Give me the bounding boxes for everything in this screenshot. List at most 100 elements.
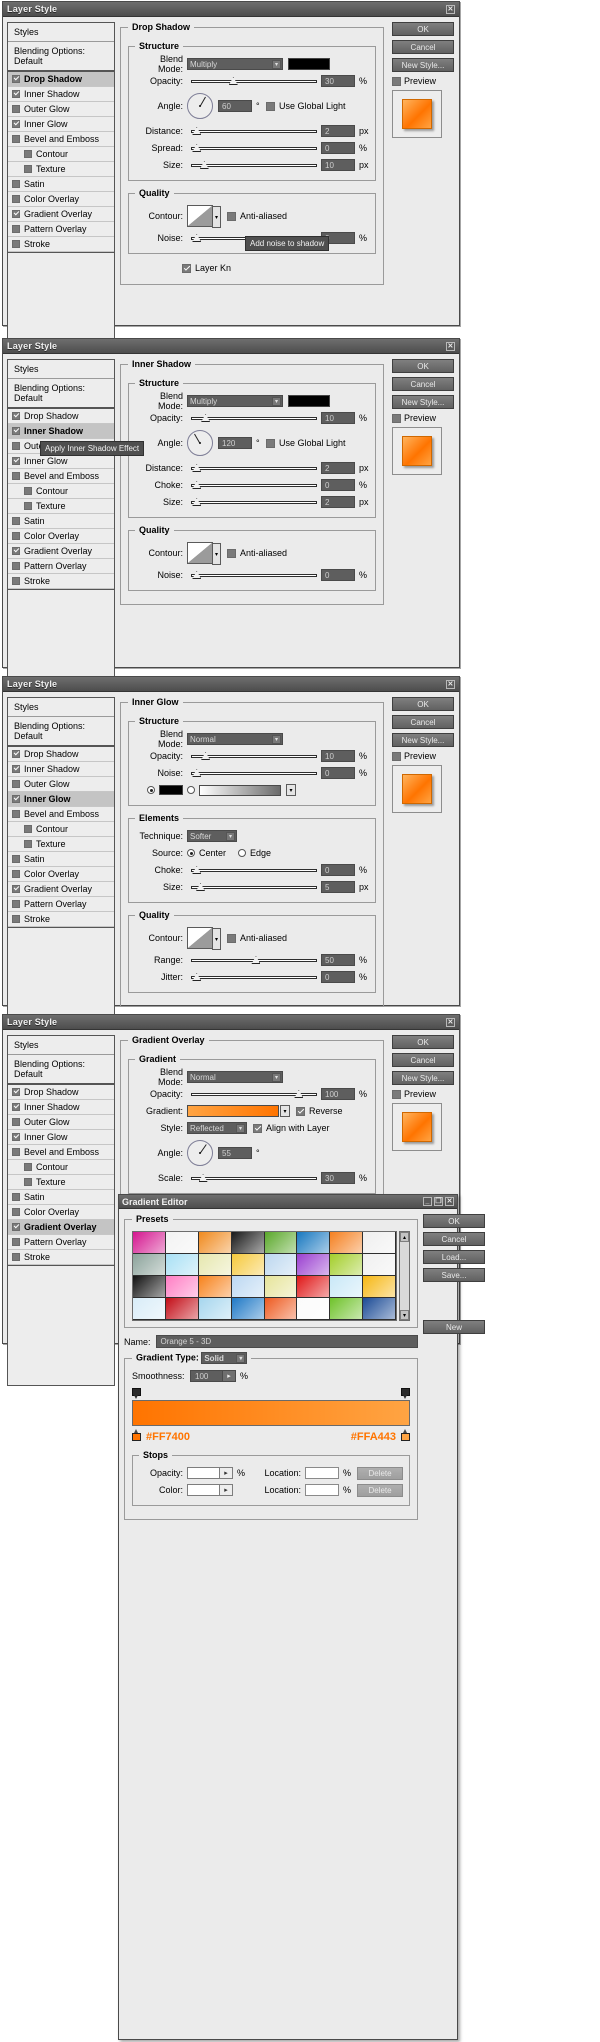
style-item-checkbox[interactable] [24, 150, 32, 158]
distance-input[interactable]: 2 [321, 462, 355, 474]
gradient-preset-1-5[interactable] [297, 1254, 331, 1276]
opacity-input[interactable]: 100 [321, 1088, 355, 1100]
contour-picker[interactable]: ▾ [187, 542, 221, 565]
use-global-light-checkbox[interactable]: Use Global Light [266, 101, 346, 111]
size-input[interactable]: 2 [321, 496, 355, 508]
style-item-stroke[interactable]: Stroke [8, 912, 114, 927]
ok-button[interactable]: OK [392, 359, 454, 373]
style-item-gradient-overlay[interactable]: Gradient Overlay [8, 207, 114, 222]
style-item-stroke[interactable]: Stroke [8, 237, 114, 252]
glow-color-radio[interactable] [147, 786, 155, 794]
style-item-texture[interactable]: Texture [8, 499, 114, 514]
preview-toggle[interactable]: Preview [392, 751, 455, 761]
title-bar[interactable]: Gradient Editor _ ❐ ✕ [119, 1195, 457, 1209]
style-item-checkbox[interactable] [12, 195, 20, 203]
style-item-gradient-overlay[interactable]: Gradient Overlay [8, 1220, 114, 1235]
style-item-drop-shadow[interactable]: Drop Shadow [8, 1085, 114, 1100]
stop-opacity-input[interactable]: ▸ [187, 1467, 233, 1479]
gradient-preset-2-7[interactable] [363, 1276, 396, 1298]
stop-color-input[interactable]: ▸ [187, 1484, 233, 1496]
shadow-color-swatch[interactable] [288, 58, 330, 70]
contour-picker[interactable]: ▾ [187, 205, 221, 228]
preview-toggle[interactable]: Preview [392, 76, 455, 86]
slider-choke[interactable] [191, 481, 317, 489]
cancel-button[interactable]: Cancel [392, 377, 454, 391]
style-item-color-overlay[interactable]: Color Overlay [8, 192, 114, 207]
stop-location-input-2[interactable] [305, 1484, 339, 1496]
style-item-inner-glow[interactable]: Inner Glow [8, 117, 114, 132]
style-item-checkbox[interactable] [12, 1238, 20, 1246]
style-item-satin[interactable]: Satin [8, 514, 114, 529]
chevron-down-icon[interactable]: ▾ [212, 543, 221, 565]
gradient-preset-0-5[interactable] [297, 1232, 331, 1254]
title-bar[interactable]: Layer Style ✕ [3, 677, 459, 692]
gradient-preset-3-4[interactable] [264, 1298, 298, 1320]
style-item-drop-shadow[interactable]: Drop Shadow [8, 72, 114, 87]
blend-mode-select[interactable]: Normal ▾ [187, 1071, 283, 1083]
checkbox[interactable] [227, 933, 236, 943]
style-item-inner-glow[interactable]: Inner Glow [8, 1130, 114, 1145]
chevron-down-icon[interactable]: ▾ [236, 1354, 246, 1363]
angle-input[interactable]: 55 [218, 1147, 252, 1159]
scale-input[interactable]: 30 [321, 1172, 355, 1184]
style-item-contour[interactable]: Contour [8, 822, 114, 837]
gradient-preview[interactable] [187, 1105, 279, 1117]
style-item-color-overlay[interactable]: Color Overlay [8, 867, 114, 882]
technique-select[interactable]: Softer ▾ [187, 830, 237, 842]
anti-aliased-checkbox[interactable]: Anti-aliased [227, 933, 287, 943]
slider-distance[interactable] [191, 127, 317, 135]
gradient-preset-2-6[interactable] [330, 1276, 364, 1298]
gradient-preset-0-7[interactable] [363, 1232, 396, 1254]
style-item-checkbox[interactable] [12, 120, 20, 128]
jitter-input[interactable]: 0 [321, 971, 355, 983]
gradient-preset-0-2[interactable] [198, 1232, 232, 1254]
style-item-satin[interactable]: Satin [8, 852, 114, 867]
blend-mode-select[interactable]: Multiply ▾ [187, 58, 283, 70]
slider-spread[interactable] [191, 144, 317, 152]
style-item-pattern-overlay[interactable]: Pattern Overlay [8, 222, 114, 237]
maximize-icon[interactable]: ❐ [434, 1197, 443, 1206]
blending-options-row[interactable]: Blending Options: Default [8, 717, 114, 747]
style-item-checkbox[interactable] [12, 780, 20, 788]
blend-mode-select[interactable]: Multiply ▾ [187, 395, 283, 407]
gradient-preset-0-1[interactable] [165, 1232, 199, 1254]
color-stop-left[interactable] [132, 1429, 141, 1441]
style-item-contour[interactable]: Contour [8, 484, 114, 499]
use-global-light-checkbox[interactable]: Use Global Light [266, 438, 346, 448]
style-item-satin[interactable]: Satin [8, 1190, 114, 1205]
style-item-checkbox[interactable] [12, 855, 20, 863]
style-item-checkbox[interactable] [12, 75, 20, 83]
style-item-drop-shadow[interactable]: Drop Shadow [8, 409, 114, 424]
slider-distance[interactable] [191, 464, 317, 472]
style-item-checkbox[interactable] [24, 165, 32, 173]
gradient-preset-3-6[interactable] [330, 1298, 364, 1320]
style-item-drop-shadow[interactable]: Drop Shadow [8, 747, 114, 762]
ok-button[interactable]: OK [392, 22, 454, 36]
gradient-preset-2-4[interactable] [264, 1276, 298, 1298]
style-item-checkbox[interactable] [12, 1148, 20, 1156]
style-item-checkbox[interactable] [12, 1103, 20, 1111]
chevron-down-icon[interactable]: ▾ [272, 1073, 281, 1082]
slider-opacity[interactable] [191, 77, 317, 85]
style-item-pattern-overlay[interactable]: Pattern Overlay [8, 897, 114, 912]
presets-grid[interactable] [132, 1231, 397, 1321]
opacity-input[interactable]: 10 [321, 412, 355, 424]
spread-input[interactable]: 0 [321, 142, 355, 154]
align-with-layer-checkbox[interactable]: Align with Layer [253, 1123, 330, 1133]
close-icon[interactable]: ✕ [446, 341, 455, 351]
color-stop-right[interactable] [401, 1429, 410, 1441]
title-bar[interactable]: Layer Style ✕ [3, 339, 459, 354]
gradient-preset-3-2[interactable] [198, 1298, 232, 1320]
gradient-preset-1-4[interactable] [264, 1254, 298, 1276]
angle-dial[interactable] [187, 93, 213, 119]
glow-color-swatch[interactable] [159, 785, 183, 795]
new-style-button[interactable]: New Style... [392, 1071, 454, 1085]
anti-aliased-checkbox[interactable]: Anti-aliased [227, 548, 287, 558]
style-item-checkbox[interactable] [12, 765, 20, 773]
slider-opacity[interactable] [191, 1090, 317, 1098]
style-item-checkbox[interactable] [12, 562, 20, 570]
slider-noise[interactable] [191, 571, 317, 579]
layer-knocks-out-checkbox[interactable]: Layer Kn [182, 263, 231, 273]
style-item-satin[interactable]: Satin [8, 177, 114, 192]
title-bar[interactable]: Layer Style ✕ [3, 1015, 459, 1030]
